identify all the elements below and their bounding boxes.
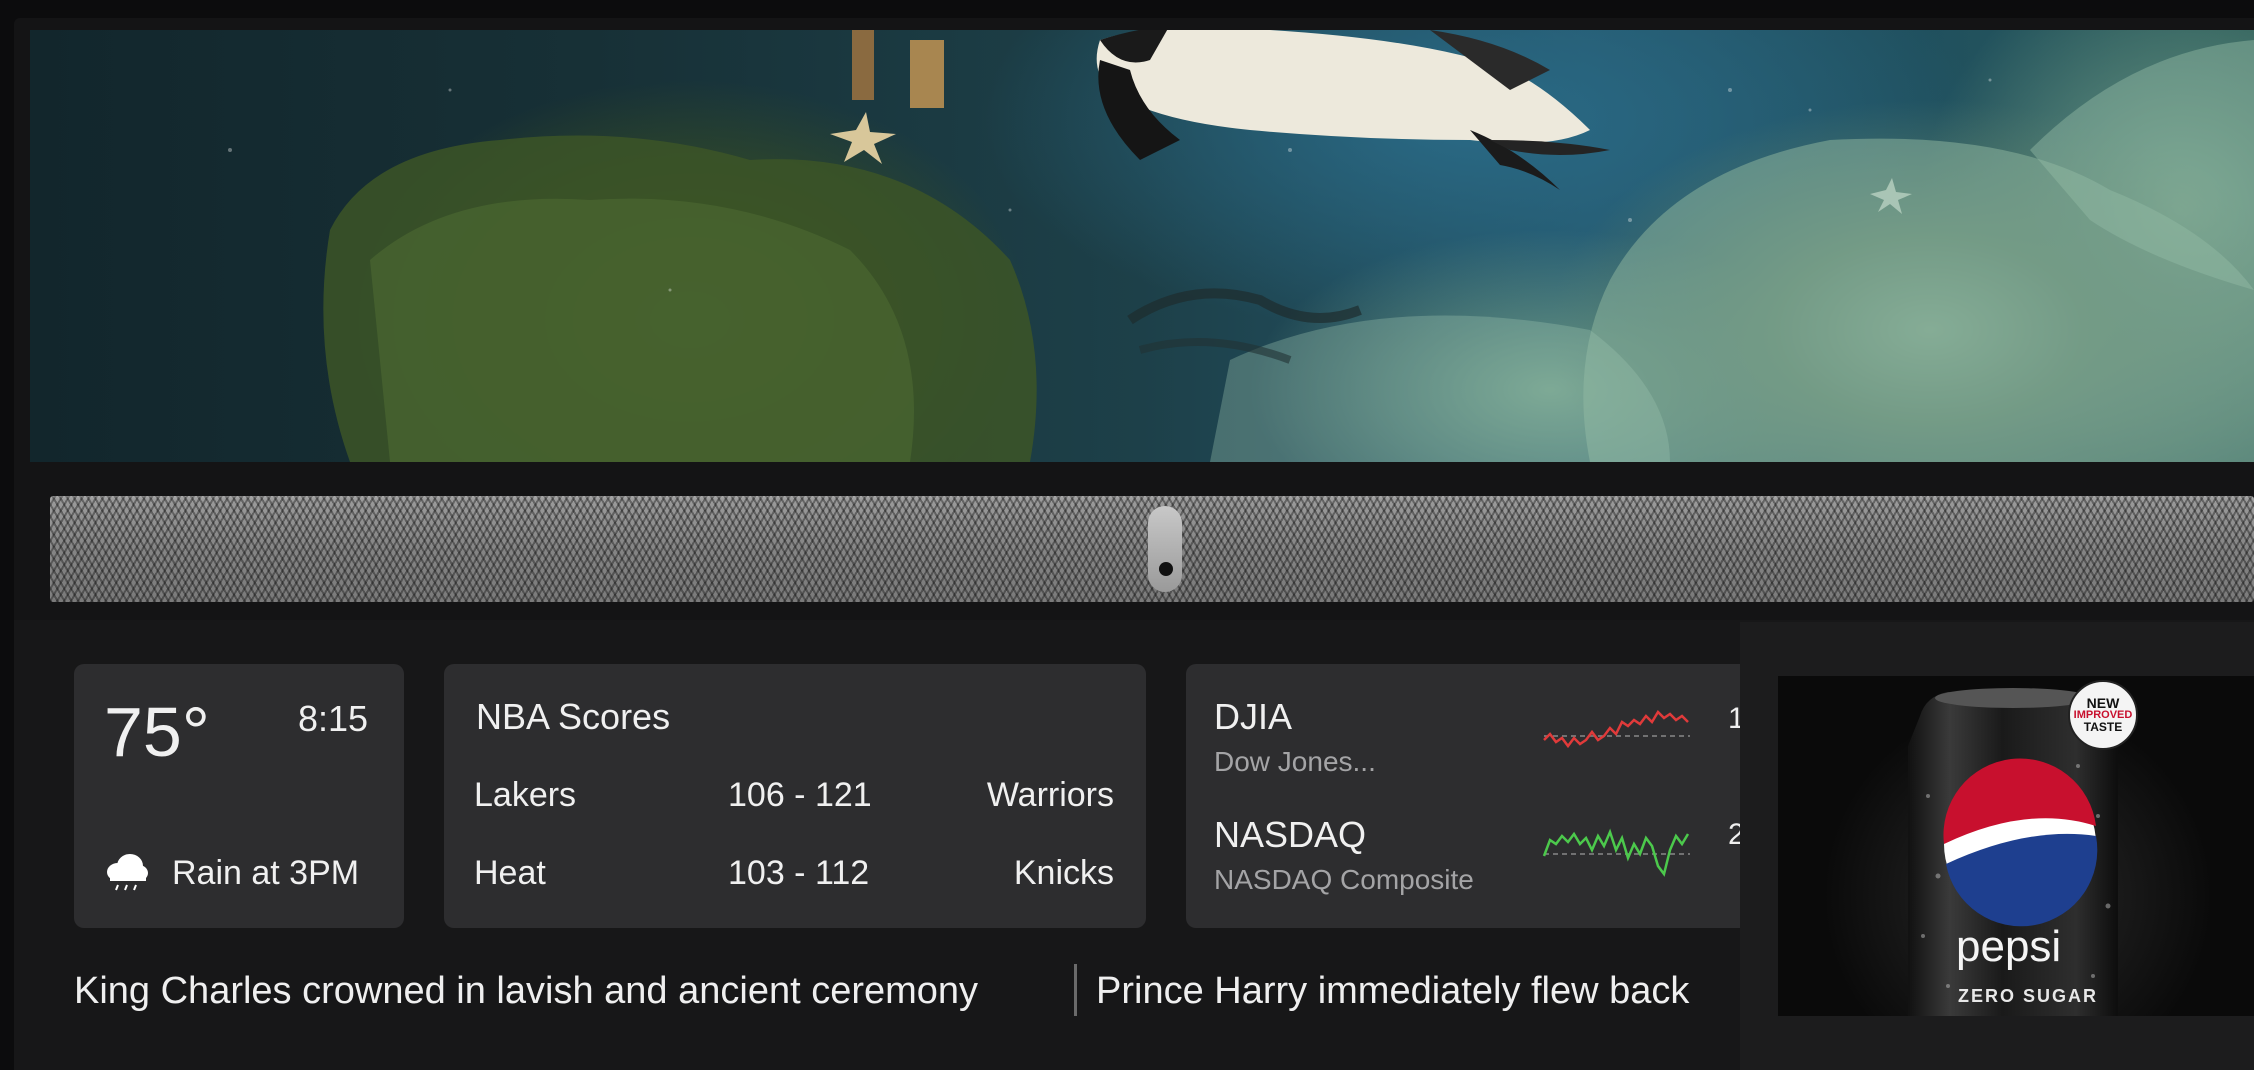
badge-line-new: NEW (2086, 695, 2120, 711)
hero-background-image (30, 30, 2254, 462)
news-separator (1074, 964, 1077, 1016)
stock-name: Dow Jones... (1214, 746, 1376, 777)
nba-scores-title: NBA Scores (476, 696, 671, 737)
news-headline[interactable]: King Charles crowned in lavish and ancie… (74, 970, 978, 1013)
stock-symbol: NASDAQ (1214, 814, 1367, 855)
nba-team-away: Knicks (1013, 854, 1114, 892)
weather-forecast: Rain at 3PM (172, 854, 360, 892)
stock-symbol: DJIA (1214, 696, 1293, 737)
news-headline[interactable]: Prince Harry immediately flew back (1096, 970, 1740, 1013)
camera-icon (1148, 506, 1182, 592)
pepsi-ad[interactable]: NEW IMPROVED TASTE pepsi ZERO SUGAR (1778, 676, 2254, 1016)
rain-cloud-icon (104, 852, 150, 897)
nba-score: 106 - 121 (728, 776, 872, 814)
nba-team-home: Lakers (474, 776, 577, 814)
nba-team-home: Heat (474, 854, 546, 892)
new-improved-taste-badge: NEW IMPROVED TASTE (2068, 680, 2138, 750)
zero-sugar-label: ZERO SUGAR (1958, 986, 2099, 1006)
badge-line-taste: TASTE (2083, 720, 2123, 734)
nasdaq-sparkline (1542, 828, 1690, 877)
djia-sparkline (1543, 709, 1690, 749)
nba-team-away: Warriors (986, 776, 1114, 814)
nba-score: 103 - 112 (728, 854, 870, 892)
pepsi-brand-label: pepsi (1956, 922, 2062, 971)
weather-time: 8:15 (298, 698, 369, 739)
camera-lens (1159, 562, 1173, 576)
stock-name: NASDAQ Composite (1214, 864, 1474, 895)
weather-temperature: 75° (104, 693, 210, 771)
